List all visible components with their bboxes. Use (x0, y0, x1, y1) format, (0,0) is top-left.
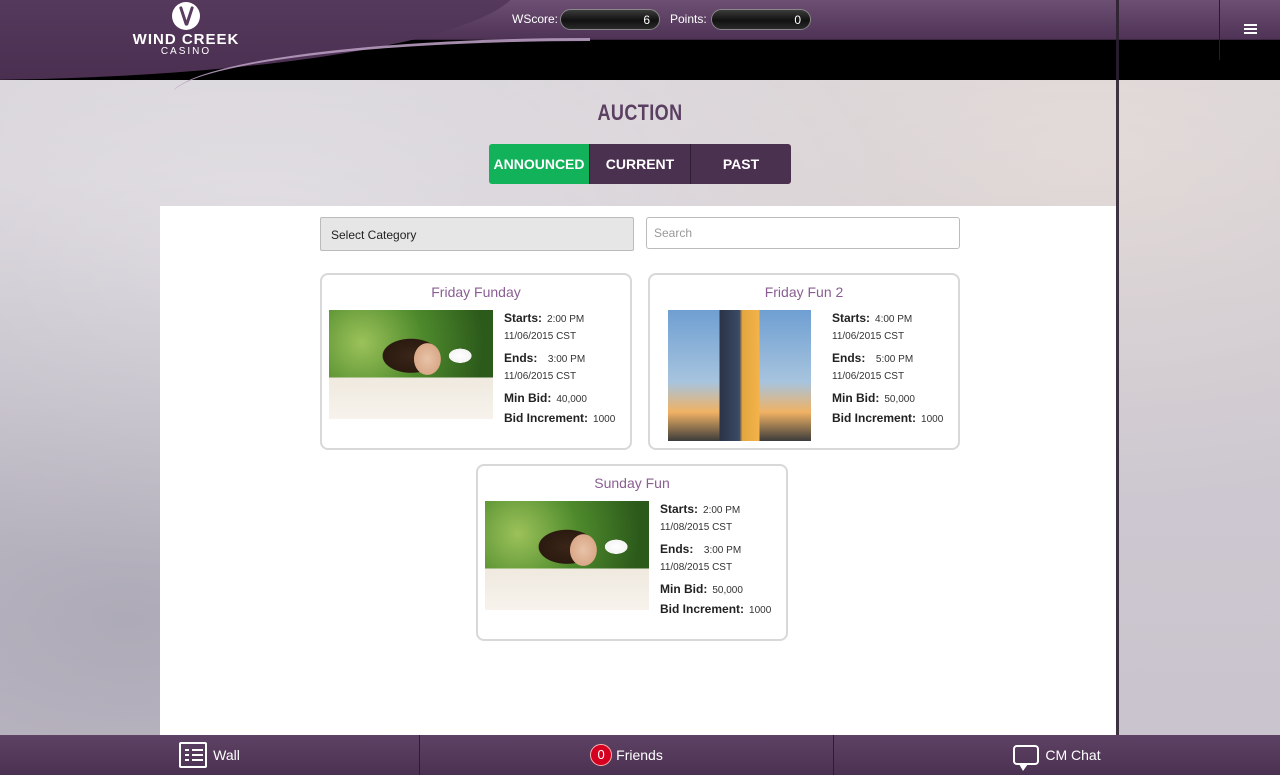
card-title: Sunday Fun (594, 475, 670, 491)
start-time: 2:00 PM (547, 314, 585, 325)
bid-increment-value: 1000 (921, 414, 944, 425)
bid-increment-label: Bid Increment: (504, 411, 589, 425)
hotel-tower-image (668, 310, 811, 441)
bottom-nav: Wall 0 Friends CM Chat (0, 735, 1280, 775)
logo-mark-icon (172, 2, 200, 30)
end-time: 3:00 PM (547, 354, 586, 365)
bid-increment-label: Bid Increment: (660, 602, 745, 616)
search-input[interactable] (646, 217, 960, 249)
end-time: 5:00 PM (875, 354, 914, 365)
points-label: Points: (670, 12, 707, 26)
card-info: Starts: 2:00 PM 11/06/2015 CST Ends: 3:00 … (504, 310, 644, 433)
min-bid-label: Min Bid: (660, 582, 708, 596)
auction-tabs: ANNOUNCED CURRENT PAST (489, 144, 791, 184)
chat-label: CM Chat (1045, 747, 1101, 763)
friends-label: Friends (616, 747, 663, 763)
list-icon (179, 742, 208, 768)
points-value: 0 (711, 9, 811, 30)
tab-current[interactable]: CURRENT (589, 144, 690, 184)
end-date: 11/06/2015 CST (832, 371, 905, 382)
wall-label: Wall (213, 747, 240, 763)
hamburger-menu-icon[interactable] (1238, 22, 1262, 40)
top-header: WIND CREEK CASINO WScore: 6 Points: 0 (0, 0, 1280, 80)
start-date: 11/06/2015 CST (832, 331, 905, 342)
min-bid-value: 50,000 (884, 394, 915, 405)
min-bid-value: 40,000 (556, 394, 587, 405)
min-bid-label: Min Bid: (832, 391, 880, 405)
start-date: 11/08/2015 CST (660, 522, 733, 533)
wscore-value: 6 (560, 9, 660, 30)
spa-woman-image (329, 310, 493, 419)
wscore-label: WScore: (512, 12, 559, 26)
end-time: 3:00 PM (703, 545, 742, 556)
cm-chat-button[interactable]: CM Chat (833, 735, 1280, 775)
auction-card-friday-funday[interactable]: Friday Funday Starts: 2:00 PM 11/06/2015 C… (320, 273, 632, 450)
logo-sub-text: CASINO (160, 46, 212, 57)
min-bid-label: Min Bid: (504, 391, 552, 405)
min-bid-value: 50,000 (712, 585, 743, 596)
bid-increment-value: 1000 (593, 414, 616, 425)
starts-label: Starts: (504, 311, 543, 325)
card-info: Starts: 2:00 PM 11/08/2015 CST Ends: 3:00 … (660, 501, 800, 624)
end-date: 11/06/2015 CST (504, 371, 577, 382)
chat-bubble-icon (1013, 745, 1040, 771)
auction-card-friday-fun-2[interactable]: Friday Fun 2 Starts: 4:00 PM 11/06/2015 CS… (648, 273, 960, 450)
tab-announced[interactable]: ANNOUNCED (489, 144, 589, 184)
bid-increment-label: Bid Increment: (832, 411, 917, 425)
start-time: 2:00 PM (703, 505, 741, 516)
bid-increment-value: 1000 (749, 605, 772, 616)
ends-label: Ends: (832, 351, 866, 365)
content-scrollbar[interactable] (1116, 0, 1119, 735)
start-time: 4:00 PM (875, 314, 913, 325)
category-select[interactable]: Select Category (320, 217, 634, 251)
card-title: Friday Fun 2 (764, 284, 844, 300)
page-title: AUCTION (597, 100, 683, 125)
wall-button[interactable]: Wall (0, 735, 419, 775)
starts-label: Starts: (660, 502, 699, 516)
start-date: 11/06/2015 CST (504, 331, 577, 342)
friends-button[interactable]: 0 Friends (419, 735, 833, 775)
wind-creek-logo[interactable]: WIND CREEK CASINO (132, 2, 240, 57)
end-date: 11/08/2015 CST (660, 562, 733, 573)
ends-label: Ends: (504, 351, 538, 365)
card-title: Friday Funday (431, 284, 521, 300)
logo-brand-text: WIND CREEK (132, 31, 240, 48)
friends-count-badge: 0 (590, 744, 613, 766)
card-info: Starts: 4:00 PM 11/06/2015 CST Ends: 5:00 … (832, 310, 972, 433)
spa-woman-image (485, 501, 649, 610)
ends-label: Ends: (660, 542, 694, 556)
tab-past[interactable]: PAST (690, 144, 791, 184)
auction-card-sunday-fun[interactable]: Sunday Fun Starts: 2:00 PM 11/08/2015 CST … (476, 464, 788, 641)
starts-label: Starts: (832, 311, 871, 325)
menu-divider (1219, 0, 1220, 60)
